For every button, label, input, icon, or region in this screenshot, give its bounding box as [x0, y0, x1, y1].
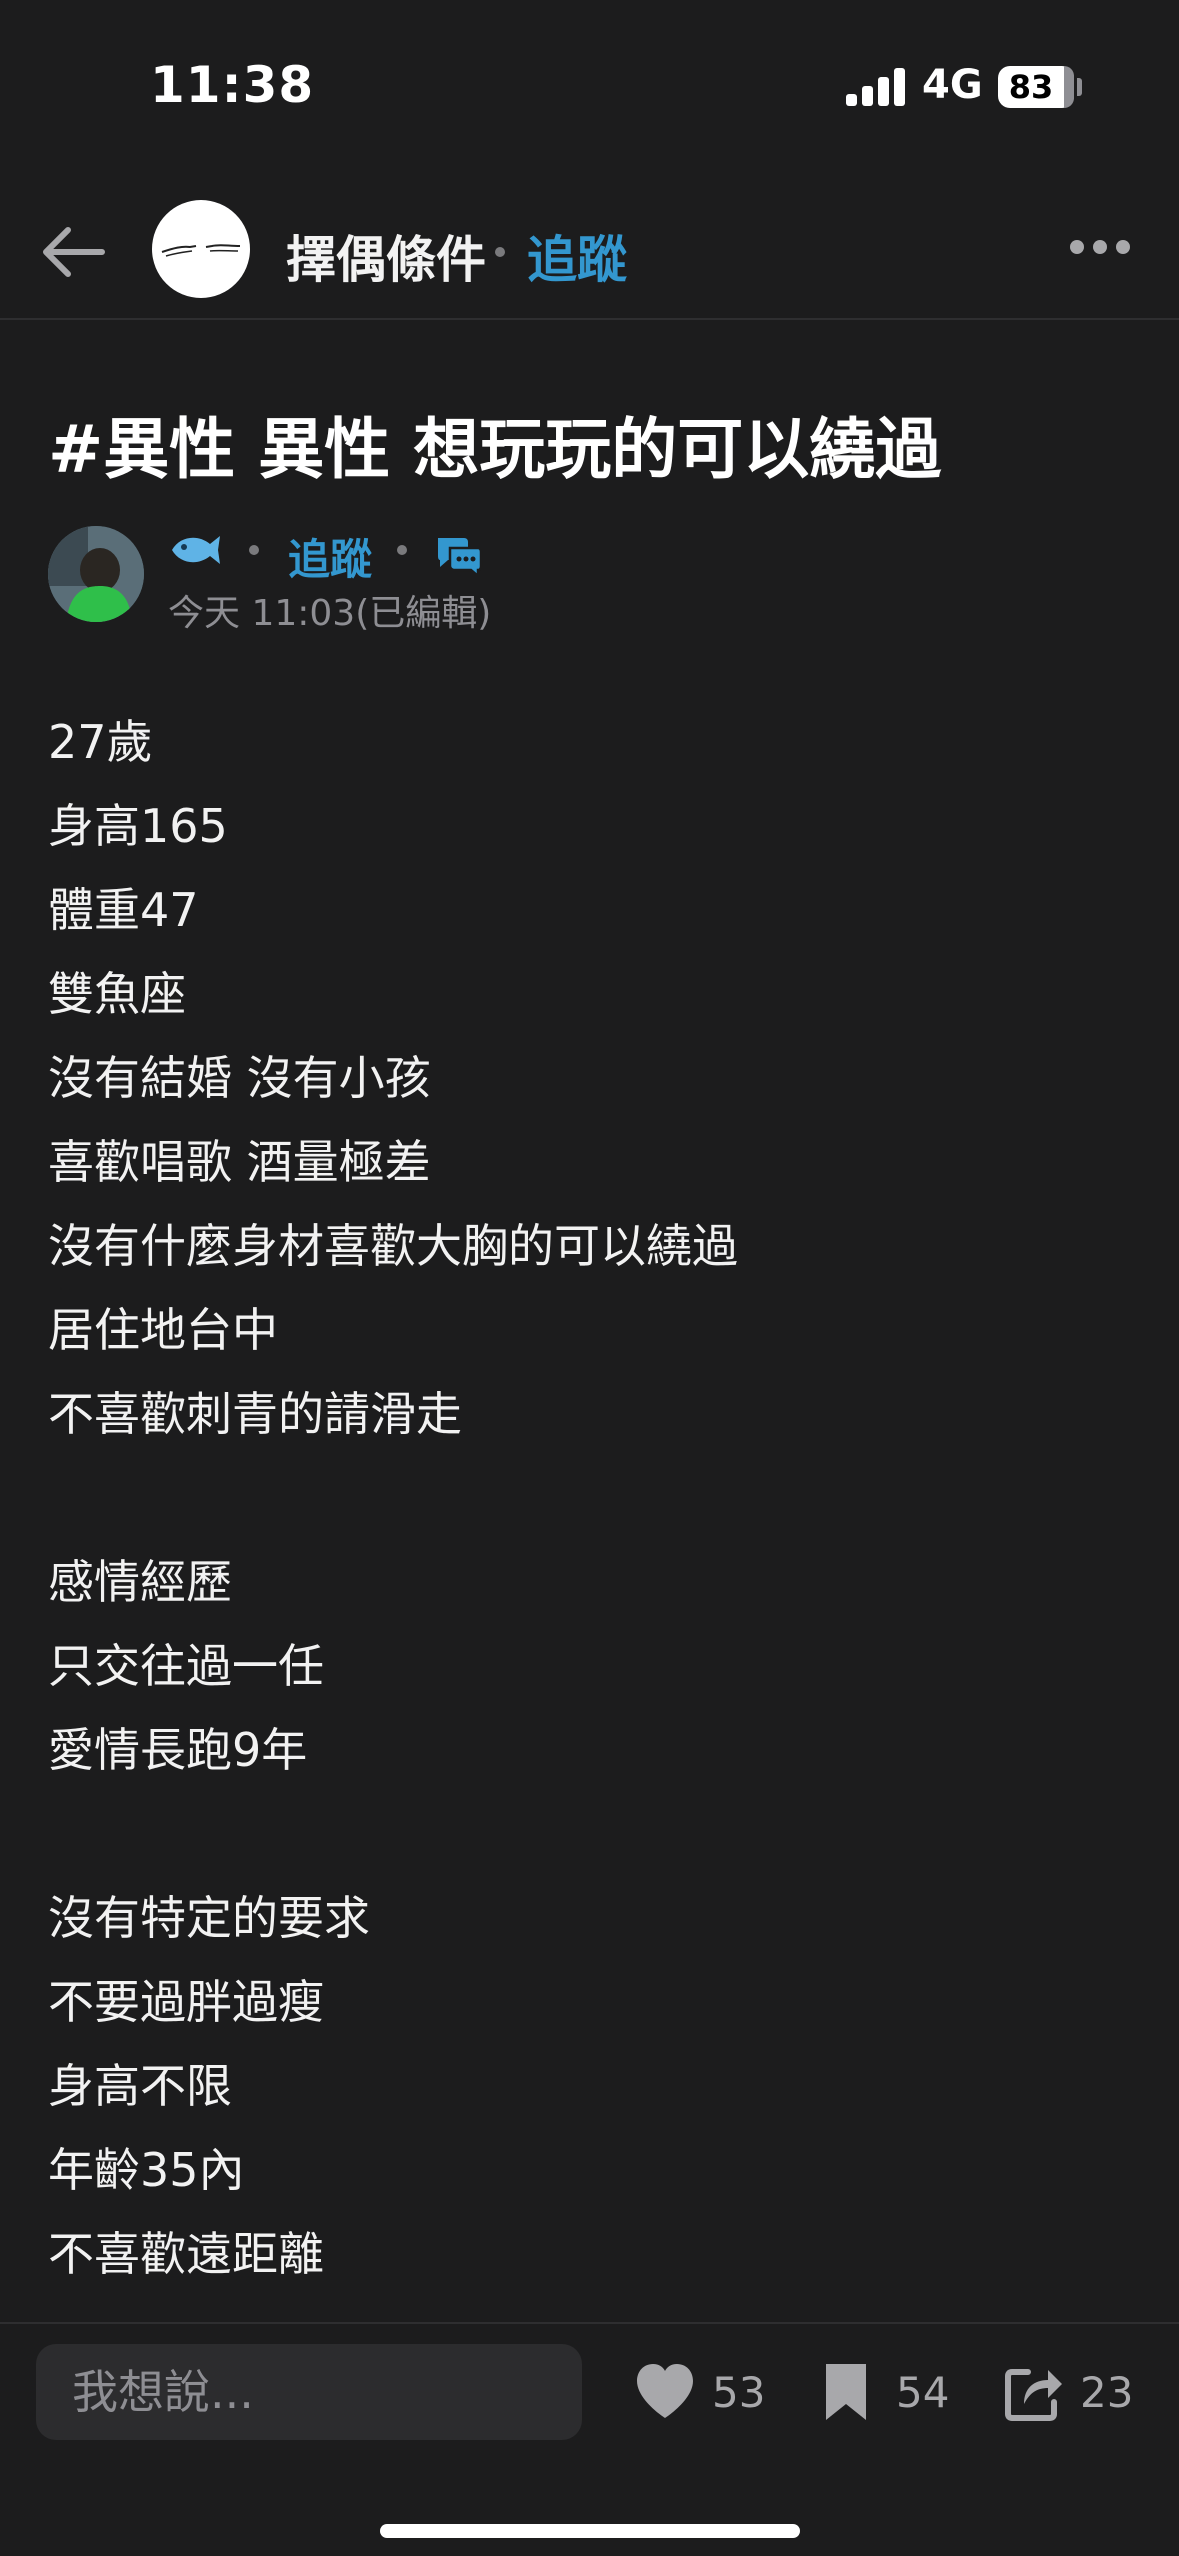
fish-icon — [172, 536, 220, 564]
screen: 11:38 4G 83 擇偶條件 追蹤 #異性 異性 想玩玩的可以繞過 追蹤 今… — [0, 0, 1179, 2556]
body-line: 不要過胖過瘦 — [48, 1975, 324, 2029]
post-body: 27歲 身高165 體重47 雙魚座 沒有結婚 沒有小孩 喜歡唱歌 酒量極差 沒… — [48, 700, 1138, 2296]
body-line: 體重47 — [48, 883, 199, 937]
body-line: 不喜歡遠距離 — [48, 2227, 324, 2281]
network-label: 4G — [922, 62, 983, 108]
chat-bubble-icon[interactable] — [434, 534, 484, 576]
share-button[interactable]: 23 — [1004, 2358, 1154, 2428]
bookmark-button[interactable]: 54 — [822, 2358, 962, 2428]
comment-input[interactable] — [36, 2344, 582, 2440]
body-line: 居住地台中 — [48, 1303, 278, 1357]
like-count: 53 — [712, 2368, 766, 2417]
bottom-action-bar: 53 54 23 — [0, 2322, 1179, 2556]
follow-board-button[interactable]: 追蹤 — [527, 220, 627, 292]
body-line: 愛情長跑9年 — [48, 1723, 308, 1777]
like-button[interactable]: 53 — [634, 2358, 784, 2428]
separator-dot — [249, 545, 259, 555]
body-line: 27歲 — [48, 715, 153, 769]
body-line: 年齡35內 — [48, 2143, 245, 2197]
board-avatar[interactable] — [152, 200, 250, 298]
battery-level: 83 — [1008, 68, 1054, 106]
status-bar: 11:38 4G 83 — [0, 0, 1179, 150]
home-indicator[interactable] — [380, 2524, 800, 2538]
share-count: 23 — [1080, 2368, 1134, 2417]
bookmark-icon — [826, 2364, 866, 2420]
share-icon — [1005, 2369, 1062, 2421]
board-header: 擇偶條件 追蹤 — [0, 180, 1179, 320]
body-line: 只交往過一任 — [48, 1639, 324, 1693]
separator-dot — [495, 247, 505, 257]
body-line — [48, 1792, 1138, 1876]
body-line — [48, 1456, 1138, 1540]
author-avatar[interactable] — [48, 526, 144, 622]
status-time: 11:38 — [150, 56, 315, 114]
bookmark-count: 54 — [896, 2368, 950, 2417]
battery-icon: 83 — [998, 66, 1074, 108]
more-horizontal-icon[interactable] — [1070, 238, 1130, 258]
body-line: 身高不限 — [48, 2059, 232, 2113]
signal-icon — [846, 66, 906, 106]
heart-icon — [637, 2364, 693, 2418]
body-line: 喜歡唱歌 酒量極差 — [48, 1135, 431, 1189]
board-name[interactable]: 擇偶條件 — [286, 220, 486, 292]
body-line: 雙魚座 — [48, 967, 186, 1021]
body-line: 沒有特定的要求 — [48, 1891, 370, 1945]
body-line: 沒有結婚 沒有小孩 — [48, 1051, 431, 1105]
post-timestamp: 今天 11:03(已編輯) — [168, 593, 492, 634]
separator-dot — [397, 545, 407, 555]
body-line: 不喜歡刺青的請滑走 — [48, 1387, 462, 1441]
battery-tip — [1077, 78, 1082, 96]
hands-logo-icon — [161, 244, 241, 257]
arrow-left-icon[interactable] — [38, 222, 110, 282]
author-avatar-image — [48, 526, 144, 622]
body-line: 身高165 — [48, 799, 228, 853]
follow-author-button[interactable]: 追蹤 — [288, 526, 372, 587]
post-title: #異性 異性 想玩玩的可以繞過 — [48, 411, 942, 488]
body-line: 感情經歷 — [48, 1555, 232, 1609]
body-line: 沒有什麼身材喜歡大胸的可以繞過 — [48, 1219, 738, 1273]
